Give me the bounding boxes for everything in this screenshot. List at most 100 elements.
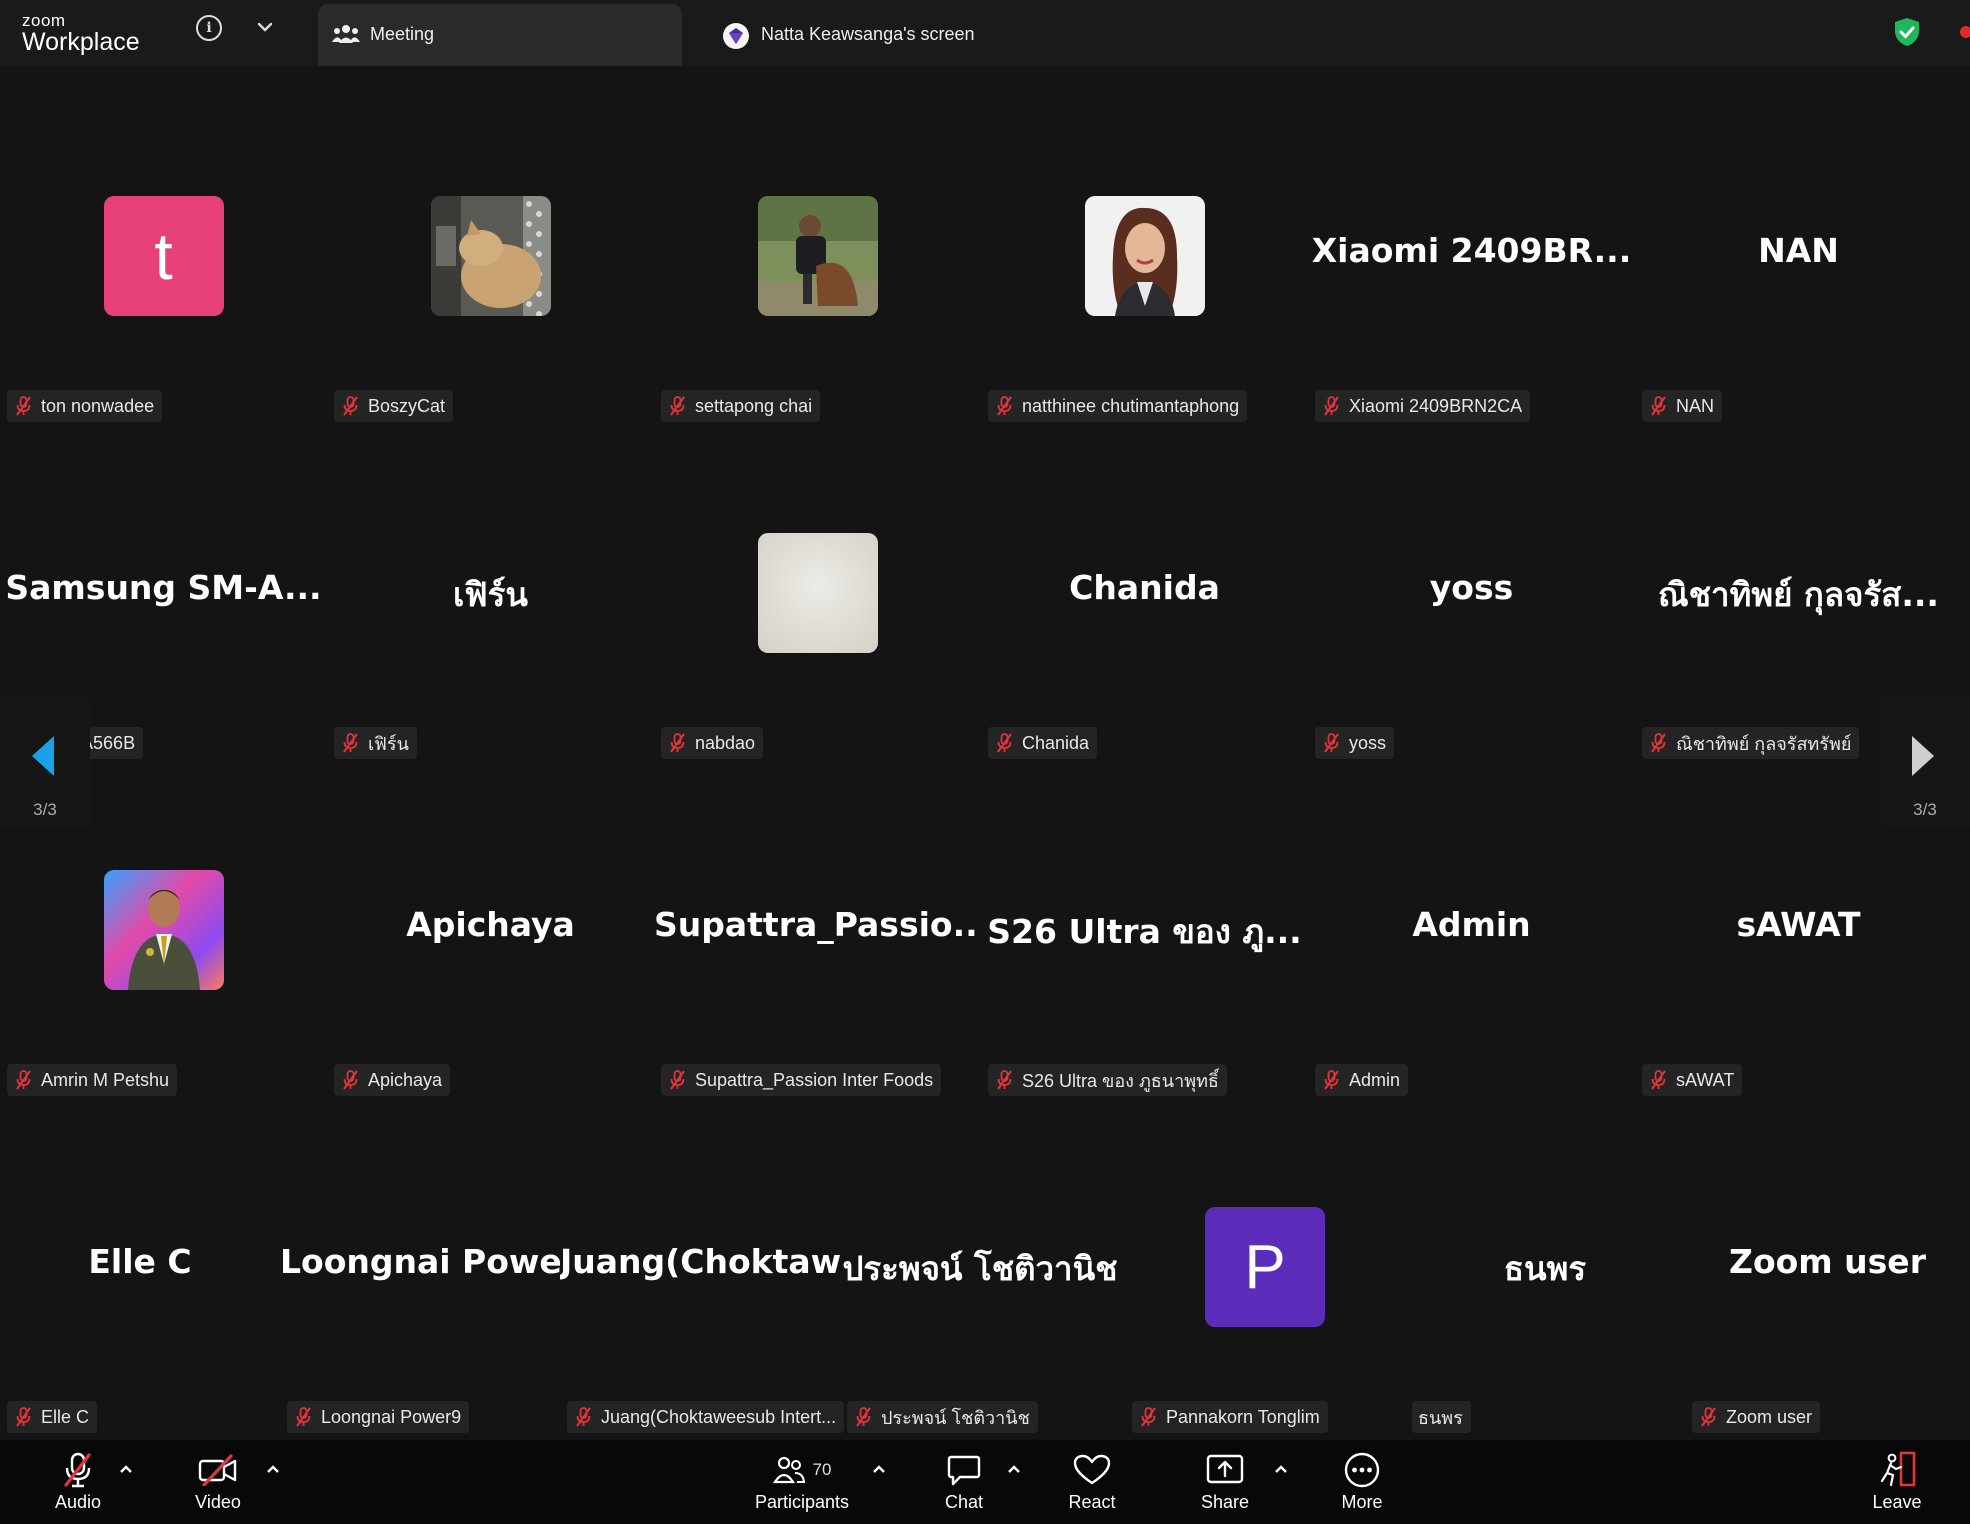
participant-avatar <box>757 533 878 653</box>
participant-display-name: Admin <box>1412 905 1531 944</box>
next-page-button[interactable]: 3/3 <box>1880 694 1970 828</box>
share-button[interactable]: Share <box>1194 1440 1256 1524</box>
participant-display-name: ธนพร <box>1503 1249 1587 1288</box>
leave-button[interactable]: Leave <box>1866 1440 1928 1524</box>
participant-name: Elle C <box>41 1406 90 1427</box>
mic-off-icon <box>64 1452 91 1488</box>
info-icon[interactable]: i <box>196 15 222 41</box>
participant-avatar: P <box>1205 1207 1325 1327</box>
participant-name-tag: ธนพร <box>1412 1401 1471 1433</box>
participant-tile[interactable]: Admin Admin <box>1308 740 1635 1096</box>
participant-tile[interactable]: Loongnai Power9 Loongnai Power9 <box>280 1077 560 1433</box>
participant-name-tag: ประพจน์ โชติวานิช <box>847 1401 1038 1433</box>
previous-page-button[interactable]: 3/3 <box>0 694 90 828</box>
participant-name-tag: Loongnai Power9 <box>287 1401 470 1433</box>
participant-tile[interactable]: ธนพร ธนพร <box>1405 1077 1685 1433</box>
page-indicator: 3/3 <box>33 800 57 819</box>
video-label: Video <box>195 1492 241 1512</box>
participant-avatar: t <box>103 196 224 316</box>
participant-display-name: Juang(Choktaw... <box>560 1242 840 1281</box>
participant-tile[interactable]: P Pannakorn Tonglim <box>1125 1077 1405 1433</box>
leave-label: Leave <box>1872 1492 1922 1512</box>
security-shield-icon[interactable] <box>1893 17 1921 47</box>
participant-tile[interactable]: Samsung SM-A...ung SM-A566B <box>0 403 327 759</box>
participant-avatar <box>103 870 224 990</box>
muted-mic-icon <box>16 1407 31 1427</box>
participant-display-name: S26 Ultra ของ ภู... <box>987 912 1302 951</box>
participant-display-name: Samsung SM-A... <box>5 568 322 607</box>
participant-display-name: sAWAT <box>1736 905 1861 944</box>
tab-meeting[interactable]: Meeting <box>318 4 682 66</box>
meeting-toolbar: Audio Video 70 Participants Chat React S… <box>0 1440 1970 1524</box>
recording-indicator <box>1960 26 1970 38</box>
tab-shared-screen[interactable]: Natta Keawsanga's screen <box>718 4 1118 66</box>
participant-display-name: Supattra_Passio... <box>654 905 981 944</box>
share-screen-icon <box>1206 1454 1244 1484</box>
arrow-left-icon <box>32 736 54 776</box>
participants-icon <box>772 1456 805 1484</box>
video-off-icon <box>198 1454 237 1486</box>
audio-button[interactable]: Audio <box>42 1440 114 1524</box>
more-button[interactable]: More <box>1332 1440 1392 1524</box>
participant-tile[interactable]: Apichaya Apichaya <box>327 740 654 1096</box>
participant-tile[interactable]: S26 Ultra ของ ภู... S26 Ultra ของ ภูธนาพุ… <box>981 740 1308 1096</box>
participant-avatar <box>757 196 878 316</box>
react-label: React <box>1068 1492 1116 1512</box>
participant-tile[interactable]: NAN NAN <box>1635 66 1962 422</box>
muted-mic-icon <box>1701 1407 1716 1427</box>
participant-tile[interactable]: Chanida Chanida <box>981 403 1308 759</box>
arrow-right-icon <box>1912 736 1934 776</box>
more-label: More <box>1341 1492 1383 1512</box>
participant-display-name: Elle C <box>88 1242 192 1281</box>
leave-icon <box>1880 1451 1916 1487</box>
chat-icon <box>947 1455 981 1486</box>
participant-tile[interactable]: nabdao <box>654 403 981 759</box>
audio-label: Audio <box>54 1492 102 1512</box>
chevron-down-icon[interactable] <box>254 16 276 38</box>
react-button[interactable]: React <box>1060 1440 1124 1524</box>
participant-name: Juang(Choktaweesub Intert... <box>601 1406 837 1427</box>
chat-caret-icon[interactable] <box>1003 1458 1025 1480</box>
muted-mic-icon <box>576 1407 591 1427</box>
participant-tile[interactable]: Zoom user Zoom user <box>1685 1077 1970 1433</box>
brand-large: Workplace <box>22 28 140 56</box>
share-caret-icon[interactable] <box>1270 1458 1292 1480</box>
participant-tile[interactable]: Xiaomi 2409BR... Xiaomi 2409BRN2CA <box>1308 66 1635 422</box>
participants-caret-icon[interactable] <box>868 1458 890 1480</box>
participants-label: Participants <box>754 1492 850 1512</box>
participant-name-tag: Elle C <box>7 1401 98 1433</box>
share-label: Share <box>1200 1492 1250 1512</box>
participant-tile[interactable]: Juang(Choktaw... Juang(Choktaweesub Inter… <box>560 1077 845 1433</box>
participant-name: ประพจน์ โชติวานิช <box>881 1407 1030 1428</box>
participant-display-name: NAN <box>1758 231 1839 270</box>
participant-tile[interactable]: ณิชาทิพย์ กุลจรัส... ณิชาทิพย์ กุลจรัสทรั… <box>1635 403 1962 759</box>
participant-tile[interactable]: BoszyCat <box>327 66 654 422</box>
participant-tile[interactable]: settapong chai <box>654 66 981 422</box>
more-icon <box>1344 1452 1380 1488</box>
participant-display-name: Apichaya <box>406 905 575 944</box>
participant-display-name: Zoom user <box>1729 1242 1926 1281</box>
participant-name-tag: Juang(Choktaweesub Intert... <box>567 1401 845 1433</box>
participant-name: Zoom user <box>1726 1406 1813 1427</box>
participant-tile[interactable]: Elle C Elle C <box>0 1077 280 1433</box>
screen-share-icon <box>723 23 749 49</box>
audio-options-caret-icon[interactable] <box>115 1458 137 1480</box>
participants-button[interactable]: 70 Participants <box>742 1440 862 1524</box>
participant-tile[interactable]: เฟิร์น เฟิร์น <box>327 403 654 759</box>
participant-tile[interactable]: natthinee chutimantaphong <box>981 66 1308 422</box>
chat-button[interactable]: Chat <box>934 1440 994 1524</box>
title-bar: zoom Workplace i Meeting Natta Keawsanga… <box>0 0 1970 66</box>
participant-tile[interactable]: Supattra_Passio... Supattra_Passion Inter… <box>654 740 981 1096</box>
participant-tile[interactable]: t ton nonwadee <box>0 66 327 422</box>
video-options-caret-icon[interactable] <box>262 1458 284 1480</box>
participant-display-name: Chanida <box>1069 568 1220 607</box>
participant-tile[interactable]: yoss yoss <box>1308 403 1635 759</box>
participant-count: 70 <box>812 1460 832 1479</box>
participant-display-name: Loongnai Power9 <box>280 1242 560 1281</box>
participant-tile[interactable]: ประพจน์ โชติวานิช ประพจน์ โชติวานิช <box>840 1077 1120 1433</box>
participant-display-name: ณิชาทิพย์ กุลจรัส... <box>1658 575 1939 614</box>
participant-name: ธนพร <box>1418 1407 1463 1428</box>
participant-name: Loongnai Power9 <box>321 1406 462 1427</box>
participant-avatar <box>430 196 551 316</box>
video-button[interactable]: Video <box>182 1440 254 1524</box>
